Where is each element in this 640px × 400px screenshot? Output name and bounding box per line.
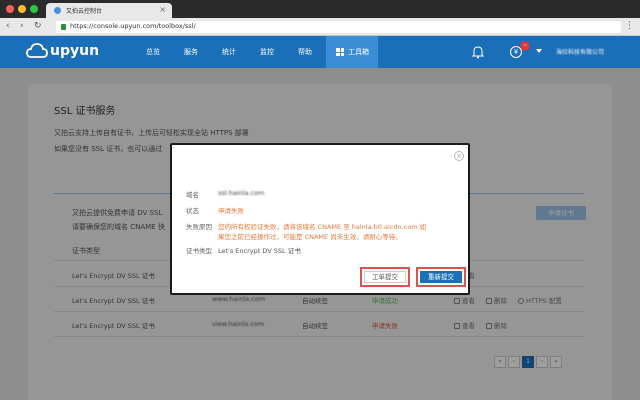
reason-line-1: 您的所有权验证失败，请将该域名 CNAME 至 hainla.b0.aicdn.… (218, 223, 427, 231)
cert-type-value: Let's Encrypt DV SSL 证书 (218, 247, 301, 255)
url-input[interactable]: https://console.upyun.com/toolbox/ssl/ (56, 21, 621, 33)
browser-tab[interactable]: 又拍云控制台 × (46, 3, 172, 18)
maximize-window-icon[interactable] (30, 5, 38, 13)
close-window-icon[interactable] (6, 5, 14, 13)
domain-label: 域名 (186, 191, 199, 199)
domain-value: ssl.hainla.com (218, 189, 265, 197)
cloud-logo-icon (26, 43, 48, 58)
status-value: 申请失败 (218, 207, 244, 215)
user-name[interactable]: 海拉科技有限公司 (556, 47, 604, 56)
browser-menu-icon[interactable]: ⋮ (625, 21, 634, 31)
back-icon[interactable]: ‹ (6, 21, 10, 31)
reason-label: 失败原因 (186, 223, 212, 231)
nav-monitor[interactable]: 监控 (260, 47, 274, 57)
nav-overview[interactable]: 总览 (146, 47, 160, 57)
nav-help[interactable]: 帮助 (298, 47, 312, 57)
app-header: upyun 总览 服务 统计 监控 帮助 工具箱 ¥ ~ 海拉科技有限公司 (0, 36, 640, 68)
address-bar: ‹ › ↻ https://console.upyun.com/toolbox/… (0, 18, 640, 36)
chevron-down-icon[interactable] (536, 49, 542, 53)
tab-close-icon[interactable]: × (159, 5, 166, 14)
nav-toolbox-label: 工具箱 (348, 48, 369, 56)
notification-badge: ~ (521, 42, 530, 50)
minimize-window-icon[interactable] (18, 5, 26, 13)
certificate-detail-modal: × 域名 ssl.hainla.com 状态 申请失败 失败原因 您的所有权验证… (170, 143, 470, 295)
nav-stats[interactable]: 统计 (222, 47, 236, 57)
cert-type-label: 证书类型 (186, 247, 212, 255)
favicon-icon (54, 7, 61, 14)
status-label: 状态 (186, 207, 199, 215)
bell-icon[interactable] (472, 45, 484, 59)
brand-logo[interactable]: upyun (50, 43, 99, 59)
reload-icon[interactable]: ↻ (34, 21, 42, 31)
resubmit-button[interactable]: 重新提交 (416, 267, 466, 287)
reason-line-2: 果您之前已经操作过，可能是 CNAME 尚未生效，请耐心等待。 (218, 233, 402, 241)
tab-title: 又拍云控制台 (66, 8, 103, 15)
grid-icon (336, 48, 344, 56)
browser-tab-bar: 又拍云控制台 × (0, 0, 640, 18)
url-text: https://console.upyun.com/toolbox/ssl/ (70, 22, 196, 30)
forward-icon[interactable]: › (20, 21, 24, 31)
submit-ticket-button[interactable]: 工单提交 (360, 267, 410, 287)
nav-toolbox[interactable]: 工具箱 (326, 36, 378, 68)
nav-services[interactable]: 服务 (184, 47, 198, 57)
close-icon[interactable]: × (454, 151, 464, 161)
lock-icon (61, 24, 66, 30)
